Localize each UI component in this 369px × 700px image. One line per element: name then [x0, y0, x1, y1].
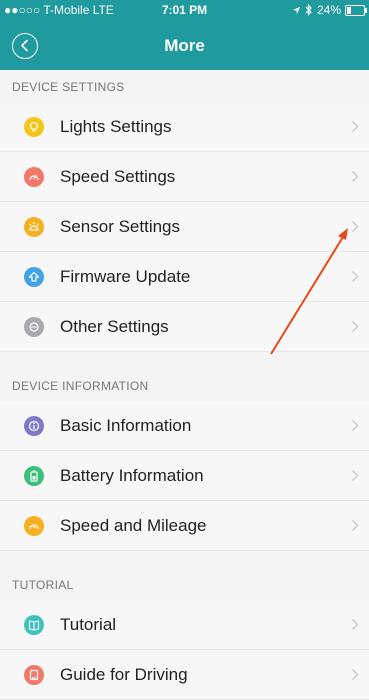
list-item-other-settings[interactable]: Other Settings [0, 302, 369, 352]
upload-icon [24, 267, 44, 287]
chevron-right-icon [351, 320, 359, 338]
list-item-label: Sensor Settings [60, 217, 181, 236]
page-title: More [164, 36, 205, 55]
chevron-left-icon [21, 39, 28, 52]
list-item-speed-settings[interactable]: Speed Settings [0, 152, 369, 202]
list-item-label: Basic Information [60, 416, 192, 435]
chevron-right-icon [351, 618, 359, 636]
book-icon [24, 615, 44, 635]
list-item-label: Speed Settings [60, 167, 176, 186]
guide-icon [24, 665, 44, 685]
nav-bar: More [0, 22, 369, 70]
chevron-right-icon [351, 170, 359, 188]
list-item-basic-information[interactable]: Basic Information [0, 401, 369, 451]
chevron-right-icon [351, 668, 359, 686]
bluetooth-icon [305, 4, 312, 16]
info-icon [24, 416, 44, 436]
section-header: TUTORIAL [0, 568, 369, 600]
list-item-lights-settings[interactable]: Lights Settings [0, 102, 369, 152]
chevron-right-icon [351, 519, 359, 537]
section-header: DEVICE INFORMATION [0, 369, 369, 401]
speedometer-icon [24, 167, 44, 187]
list-item-sensor-settings[interactable]: Sensor Settings [0, 202, 369, 252]
section-gap [0, 352, 369, 369]
list-item-guide-for-driving[interactable]: Guide for Driving [0, 650, 369, 700]
status-right: 24% [292, 0, 367, 20]
chevron-right-icon [351, 469, 359, 487]
sensor-icon [24, 217, 44, 237]
chevron-right-icon [351, 270, 359, 288]
section-gap [0, 551, 369, 568]
gauge-icon [24, 516, 44, 536]
list-item-battery-information[interactable]: Battery Information [0, 451, 369, 501]
more-icon [24, 317, 44, 337]
list-item-tutorial[interactable]: Tutorial [0, 600, 369, 650]
location-icon [292, 6, 301, 14]
list-item-firmware-update[interactable]: Firmware Update [0, 252, 369, 302]
list-item-label: Other Settings [60, 317, 169, 336]
list-item-label: Firmware Update [60, 267, 191, 286]
chevron-right-icon [351, 419, 359, 437]
back-button[interactable] [12, 33, 38, 59]
section-header: DEVICE SETTINGS [0, 70, 369, 102]
list-item-speed-and-mileage[interactable]: Speed and Mileage [0, 501, 369, 551]
list-item-label: Speed and Mileage [60, 516, 207, 535]
list-item-label: Tutorial [60, 615, 117, 634]
status-bar: ●●○○○ T-Mobile LTE 7:01 PM 24% [0, 0, 369, 20]
settings-list: DEVICE SETTINGS Lights Settings Speed Sett… [0, 70, 369, 700]
battery-icon [345, 4, 367, 16]
list-item-label: Battery Information [60, 466, 204, 485]
top-bar: ●●○○○ T-Mobile LTE 7:01 PM 24% More [0, 0, 369, 70]
bulb-icon [24, 117, 44, 137]
list-item-label: Lights Settings [60, 117, 172, 136]
battery-icon [24, 466, 44, 486]
chevron-right-icon [351, 120, 359, 138]
list-item-label: Guide for Driving [60, 665, 188, 684]
chevron-right-icon [351, 220, 359, 238]
battery-percent: 24% [316, 3, 341, 17]
